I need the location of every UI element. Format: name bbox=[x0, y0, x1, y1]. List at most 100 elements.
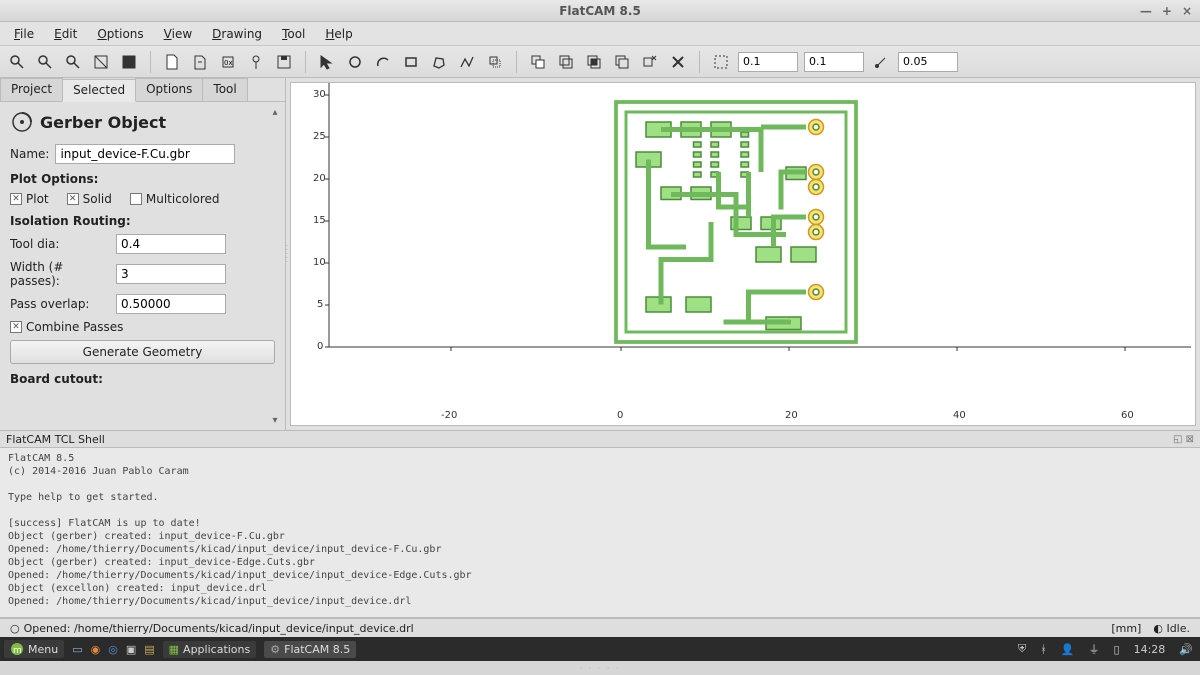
subtract-icon[interactable] bbox=[611, 51, 633, 73]
tab-options[interactable]: Options bbox=[135, 78, 203, 101]
draw-polygon-icon[interactable] bbox=[428, 51, 450, 73]
status-state: ◐ Idle. bbox=[1153, 622, 1190, 635]
mint-logo-icon: m bbox=[10, 642, 24, 656]
replot-icon[interactable] bbox=[118, 51, 140, 73]
minimize-button[interactable]: — bbox=[1140, 4, 1152, 18]
menu-options[interactable]: Options bbox=[89, 25, 151, 43]
terminal-icon[interactable]: ▣ bbox=[126, 643, 136, 656]
os-taskbar: m Menu ▭ ◉ ◎ ▣ ▤ ▦Applications ⚙FlatCAM … bbox=[0, 637, 1200, 661]
grid-x-input[interactable] bbox=[738, 52, 798, 72]
generate-geometry-button[interactable]: Generate Geometry bbox=[10, 340, 275, 364]
files-icon[interactable]: ▤ bbox=[144, 643, 154, 656]
firefox-icon[interactable]: ◉ bbox=[91, 643, 101, 656]
solid-checkbox[interactable]: Solid bbox=[67, 192, 112, 206]
tab-selected[interactable]: Selected bbox=[62, 79, 136, 102]
draw-circle-icon[interactable] bbox=[344, 51, 366, 73]
system-tray: ⛨ ᚼ 👤 ⏚ ▯ 14:28 🔊 bbox=[1015, 641, 1196, 657]
draw-rect-icon[interactable] bbox=[400, 51, 422, 73]
grid-snap-icon[interactable] bbox=[710, 51, 732, 73]
menu-help[interactable]: Help bbox=[317, 25, 360, 43]
svg-text:0x: 0x bbox=[224, 59, 233, 67]
draw-arc-icon[interactable] bbox=[372, 51, 394, 73]
open-excellon-icon[interactable]: 0x bbox=[217, 51, 239, 73]
union-icon[interactable] bbox=[555, 51, 577, 73]
plot-canvas[interactable]: 30 25 20 15 10 5 0 -20 0 20 40 60 bbox=[290, 82, 1196, 426]
snap-dist-input[interactable] bbox=[898, 52, 958, 72]
taskbar-menu-button[interactable]: m Menu bbox=[4, 640, 64, 658]
menu-view[interactable]: View bbox=[156, 25, 200, 43]
show-desktop-icon[interactable]: ▭ bbox=[72, 643, 82, 656]
select-tool-icon[interactable] bbox=[316, 51, 338, 73]
width-label: Width (# passes): bbox=[10, 260, 110, 288]
corner-snap-icon[interactable] bbox=[870, 51, 892, 73]
scroll-down-icon[interactable]: ▾ bbox=[269, 414, 281, 426]
grid-y-input[interactable] bbox=[804, 52, 864, 72]
zoom-in-icon[interactable] bbox=[34, 51, 56, 73]
tab-project[interactable]: Project bbox=[0, 78, 63, 101]
combine-checkbox[interactable]: Combine Passes bbox=[10, 320, 123, 334]
splitter-dots-icon[interactable]: · · · · · bbox=[580, 664, 621, 673]
window-titlebar: FlatCAM 8.5 — + × bbox=[0, 0, 1200, 22]
splitter-handle-icon[interactable]: ····· bbox=[286, 244, 288, 264]
delete-icon[interactable] bbox=[667, 51, 689, 73]
toolbar: 0x bbox=[0, 46, 1200, 78]
svg-text:m: m bbox=[13, 646, 22, 656]
shell-title: FlatCAM TCL Shell bbox=[6, 433, 105, 446]
tab-tool[interactable]: Tool bbox=[202, 78, 247, 101]
name-input[interactable] bbox=[55, 144, 235, 164]
menu-drawing[interactable]: Drawing bbox=[204, 25, 270, 43]
menu-edit[interactable]: Edit bbox=[46, 25, 85, 43]
taskbar-applications[interactable]: ▦Applications bbox=[163, 641, 257, 658]
menu-file[interactable]: File bbox=[6, 25, 42, 43]
cut-path-icon[interactable] bbox=[639, 51, 661, 73]
taskbar-flatcam[interactable]: ⚙FlatCAM 8.5 bbox=[264, 641, 356, 658]
panel-heading: Gerber Object bbox=[10, 110, 275, 134]
new-file-icon[interactable] bbox=[161, 51, 183, 73]
zoom-fit-icon[interactable] bbox=[6, 51, 28, 73]
multicolored-checkbox[interactable]: Multicolored bbox=[130, 192, 220, 206]
overlap-label: Pass overlap: bbox=[10, 297, 110, 311]
close-button[interactable]: × bbox=[1182, 4, 1192, 18]
battery-icon[interactable]: ▯ bbox=[1114, 643, 1120, 656]
shell-window-controls[interactable]: ◱ ⊠ bbox=[1173, 434, 1194, 445]
volume-icon[interactable]: 🔊 bbox=[1179, 643, 1193, 656]
menu-bar: File Edit Options View Drawing Tool Help bbox=[0, 22, 1200, 46]
zoom-out-icon[interactable] bbox=[62, 51, 84, 73]
selected-panel: Gerber Object Name: Plot Options: Plot S… bbox=[0, 102, 285, 430]
wifi-icon[interactable]: ⏚ bbox=[1089, 641, 1100, 657]
copy-icon[interactable] bbox=[527, 51, 549, 73]
open-gerber-icon[interactable] bbox=[189, 51, 211, 73]
menu-tool[interactable]: Tool bbox=[274, 25, 313, 43]
shell-output: FlatCAM 8.5 (c) 2014-2016 Juan Pablo Car… bbox=[0, 448, 1200, 612]
intersection-icon[interactable] bbox=[583, 51, 605, 73]
gerber-icon bbox=[10, 110, 34, 134]
tool-dia-input[interactable] bbox=[116, 234, 226, 254]
clock[interactable]: 14:28 bbox=[1134, 643, 1166, 656]
status-units: [mm] bbox=[1111, 622, 1141, 635]
toolbar-separator bbox=[150, 51, 151, 73]
save-project-icon[interactable] bbox=[273, 51, 295, 73]
user-icon[interactable]: 👤 bbox=[1061, 643, 1075, 656]
pcb-plot bbox=[611, 97, 861, 347]
shell-header: FlatCAM TCL Shell ◱ ⊠ bbox=[0, 430, 1200, 448]
move-tool-icon[interactable] bbox=[484, 51, 506, 73]
scroll-up-icon[interactable]: ▴ bbox=[269, 106, 281, 118]
overlap-input[interactable] bbox=[116, 294, 226, 314]
isolation-label: Isolation Routing: bbox=[10, 214, 275, 228]
window-title: FlatCAM 8.5 bbox=[559, 4, 641, 18]
status-text: Opened: /home/thierry/Documents/kicad/in… bbox=[24, 622, 414, 635]
maximize-button[interactable]: + bbox=[1162, 4, 1172, 18]
tool-dia-label: Tool dia: bbox=[10, 237, 110, 251]
shield-icon[interactable]: ⛨ bbox=[1018, 642, 1026, 656]
width-input[interactable] bbox=[116, 264, 226, 284]
toolbar-separator bbox=[699, 51, 700, 73]
shell-body[interactable]: FlatCAM 8.5 (c) 2014-2016 Juan Pablo Car… bbox=[0, 448, 1200, 618]
plot-checkbox[interactable]: Plot bbox=[10, 192, 49, 206]
board-cutout-label: Board cutout: bbox=[10, 372, 275, 386]
clear-plot-icon[interactable] bbox=[90, 51, 112, 73]
bluetooth-icon[interactable]: ᚼ bbox=[1040, 643, 1047, 656]
status-bar: ○ Opened: /home/thierry/Documents/kicad/… bbox=[0, 618, 1200, 637]
open-gcode-icon[interactable] bbox=[245, 51, 267, 73]
thunderbird-icon[interactable]: ◎ bbox=[108, 643, 118, 656]
draw-path-icon[interactable] bbox=[456, 51, 478, 73]
